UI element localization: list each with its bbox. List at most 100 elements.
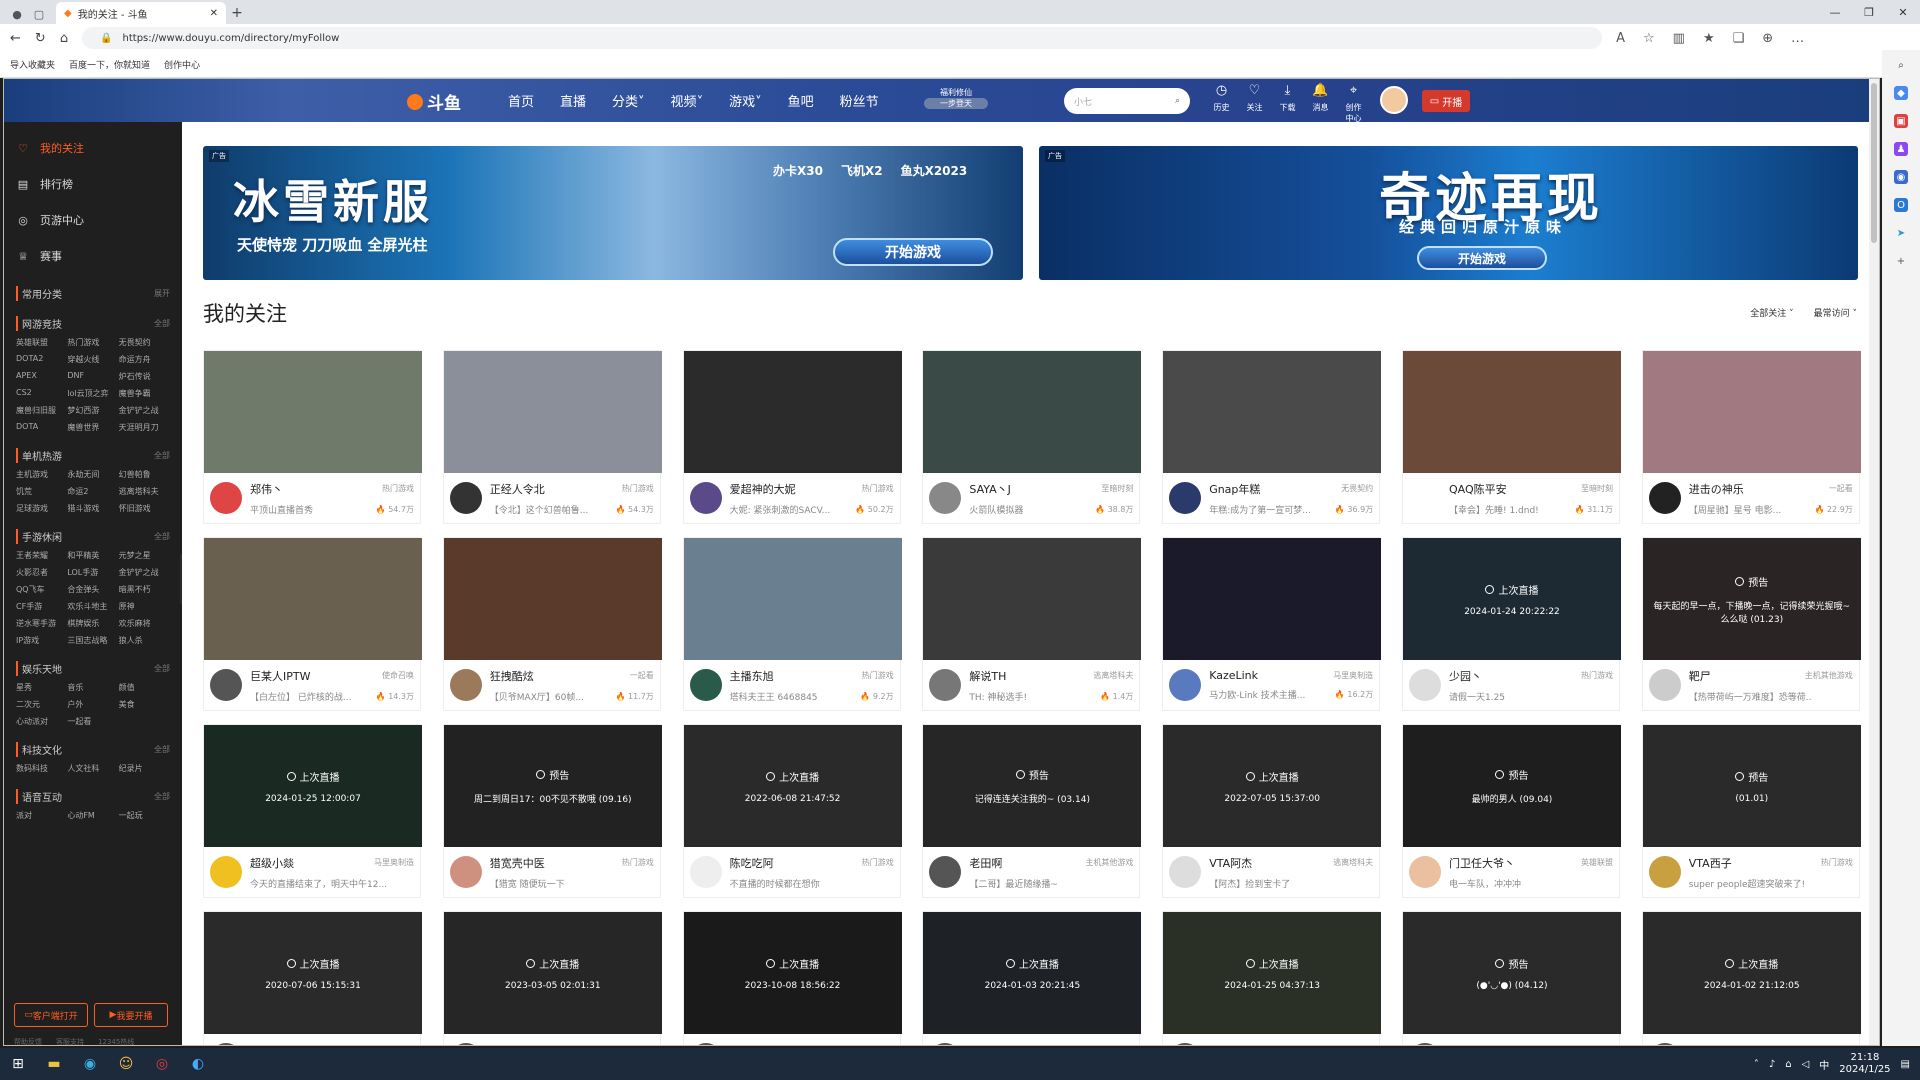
notification-icon[interactable]: ▤ xyxy=(1901,1059,1910,1070)
stream-thumbnail[interactable] xyxy=(443,351,662,473)
streamer-name[interactable]: 进击の神乐 xyxy=(1689,481,1744,497)
category-link[interactable]: 暗黑不朽 xyxy=(119,584,170,595)
streamer-avatar[interactable] xyxy=(1648,1043,1681,1045)
category-tag[interactable]: 主机其他游戏 xyxy=(1085,857,1133,868)
page-scrollbar[interactable] xyxy=(1869,79,1879,1045)
tools-icon[interactable]: ◆ xyxy=(1894,86,1908,100)
category-link[interactable]: 一起看 xyxy=(67,716,118,727)
start-live-button[interactable]: ▭ 开播 xyxy=(1422,90,1470,112)
sidebar-item[interactable]: ♡ 我的关注 xyxy=(4,130,182,166)
streamer-name[interactable]: 老田啊 xyxy=(969,855,1002,871)
section-more-link[interactable]: 全部 xyxy=(154,450,170,461)
category-link[interactable]: 穿越火线 xyxy=(67,354,118,365)
tab-actions-icon[interactable]: ▢ xyxy=(28,4,50,24)
sidebar-section-header[interactable]: 网游竞技 全部 xyxy=(16,312,170,334)
client-open-button[interactable]: ▭ 客户端打开 xyxy=(14,1003,88,1027)
follow-card[interactable]: 上次直播 2024-01-25 12:00:07 超级小燚 马里奥制造 今天的直播结束了… xyxy=(203,724,422,898)
new-tab-button[interactable]: + xyxy=(226,2,248,24)
sidebar-item[interactable]: ◎ 页游中心 xyxy=(4,202,182,238)
nav-video[interactable]: 视频˅ xyxy=(671,91,704,110)
bookmark-item[interactable]: 导入收藏夹 xyxy=(10,58,55,71)
stream-thumbnail[interactable]: 上次直播 2023-03-05 02:01:31 xyxy=(443,912,662,1034)
category-link[interactable]: CS2 xyxy=(16,388,67,399)
stream-thumbnail[interactable]: 上次直播 2023-10-08 18:56:22 xyxy=(683,912,902,1034)
streamer-name[interactable]: 主播东旭 xyxy=(730,668,774,684)
category-link[interactable]: 合金弹头 xyxy=(67,584,118,595)
streamer-name[interactable]: 少园丶 xyxy=(1449,668,1482,684)
app-icon[interactable]: ☺ xyxy=(108,1048,144,1080)
back-icon[interactable]: ← xyxy=(10,31,21,46)
url-field[interactable]: 🔒 https://www.douyu.com/directory/myFoll… xyxy=(82,27,1603,49)
stream-thumbnail[interactable] xyxy=(683,351,902,473)
category-link[interactable]: 狼人杀 xyxy=(119,635,170,646)
outlook-icon[interactable]: O xyxy=(1894,198,1908,212)
category-link[interactable]: 美食 xyxy=(119,699,170,710)
stream-thumbnail[interactable]: 上次直播 2024-01-02 21:12:05 xyxy=(1642,912,1861,1034)
category-link[interactable]: LOL手游 xyxy=(67,567,118,578)
streamer-name[interactable]: 靶尸 xyxy=(1689,668,1711,684)
category-link[interactable]: DOTA xyxy=(16,422,67,433)
category-link[interactable]: 饥荒 xyxy=(16,486,67,497)
header-消息-button[interactable]: 🔔 消息 xyxy=(1309,84,1332,124)
stream-thumbnail[interactable]: 上次直播 2020-07-06 15:15:31 xyxy=(204,912,422,1034)
more-menu-icon[interactable]: … xyxy=(1791,31,1804,46)
banner-play-button[interactable]: 开始游戏 xyxy=(1417,246,1547,270)
category-link[interactable]: 逃离塔科夫 xyxy=(119,486,170,497)
streamer-avatar[interactable] xyxy=(1169,669,1202,701)
stream-thumbnail[interactable] xyxy=(1402,351,1621,473)
category-link[interactable]: 炉石传说 xyxy=(119,371,170,382)
extensions-icon[interactable]: ⊕ xyxy=(1762,31,1773,46)
follow-card[interactable]: 预告 记得连连关注我的~ (03.14) 老田啊 主机其他游戏 【二哥】最近随缘播~ xyxy=(922,724,1142,898)
douyu-app-icon[interactable]: ◐ xyxy=(180,1048,216,1080)
sidebar-section-header[interactable]: 常用分类 展开 xyxy=(16,282,170,304)
follow-card[interactable]: 上次直播 2022-07-05 15:37:00 VTA阿杰 逃离塔科夫 【阿杰】捡到宝… xyxy=(1162,724,1382,898)
sidebar-section-header[interactable]: 科技文化 全部 xyxy=(16,738,170,760)
follow-card[interactable]: 预告 (●'◡'●) (04.12) xyxy=(1401,911,1621,1045)
category-link[interactable]: 天涯明月刀 xyxy=(119,422,170,433)
follow-card[interactable]: KazeLink 马里奥制造 马力欧-Link 技术主播... 🔥 16.2万 xyxy=(1162,537,1382,711)
category-tag[interactable]: 热门游戏 xyxy=(382,483,414,494)
start-icon[interactable]: ⊞ xyxy=(0,1048,36,1080)
category-link[interactable]: 幻兽帕鲁 xyxy=(119,469,170,480)
streamer-avatar[interactable] xyxy=(689,482,722,514)
streamer-name[interactable]: 解说TH xyxy=(969,668,1006,684)
ad-banner-1[interactable]: 广告 冰雪新服 天使恃宠 刀刀吸血 全屏光柱 办卡X30 飞机X2 鱼丸X202… xyxy=(203,146,1023,280)
category-link[interactable]: 户外 xyxy=(67,699,118,710)
refresh-icon[interactable]: ↻ xyxy=(35,31,46,46)
category-link[interactable]: 一起玩 xyxy=(119,810,170,821)
streamer-avatar[interactable] xyxy=(210,482,242,514)
header-历史-button[interactable]: ◷ 历史 xyxy=(1210,84,1233,124)
category-link[interactable]: 足球游戏 xyxy=(16,503,67,514)
stream-thumbnail[interactable] xyxy=(204,351,422,473)
category-tag[interactable]: 主机其他游戏 xyxy=(1805,670,1853,681)
section-more-link[interactable]: 全部 xyxy=(154,791,170,802)
stream-thumbnail[interactable] xyxy=(923,538,1142,660)
favorites-icon[interactable]: ★ xyxy=(1703,31,1715,46)
mic-icon[interactable]: ♪ xyxy=(1769,1059,1775,1070)
streamer-avatar[interactable] xyxy=(449,1043,482,1045)
streamer-avatar[interactable] xyxy=(1648,856,1681,888)
sidebar-section-header[interactable]: 语音互动 全部 xyxy=(16,785,170,807)
category-link[interactable]: 命运方舟 xyxy=(119,354,170,365)
category-link[interactable]: 命运2 xyxy=(67,486,118,497)
network-icon[interactable]: ⌂ xyxy=(1785,1059,1791,1070)
send-icon[interactable]: ➤ xyxy=(1894,226,1908,240)
home-icon[interactable]: ⌂ xyxy=(60,31,68,46)
streamer-avatar[interactable] xyxy=(210,856,242,888)
streamer-avatar[interactable] xyxy=(929,482,962,514)
follow-card[interactable]: 上次直播 2024-01-25 04:37:13 xyxy=(1162,911,1382,1045)
follow-card[interactable]: 上次直播 2024-01-24 20:22:22 少园丶 热门游戏 请假一天1.25 xyxy=(1401,537,1621,711)
section-more-link[interactable]: 展开 xyxy=(154,288,170,299)
file-explorer-icon[interactable]: ▬ xyxy=(36,1048,72,1080)
streamer-name[interactable]: 门卫任大爷丶 xyxy=(1449,855,1515,871)
streamer-name[interactable]: 巨某人IPTW xyxy=(250,668,310,684)
nav-fan-festival[interactable]: 粉丝节 xyxy=(840,91,879,110)
streamer-avatar[interactable] xyxy=(449,482,482,514)
follow-card[interactable]: 预告 每天起的早一点，下播晚一点，记得续荣光握哦~么么哒 (01.23) 靶尸 主机其… xyxy=(1641,537,1861,711)
category-link[interactable]: 梦幻西游 xyxy=(67,405,118,416)
category-link[interactable]: 猎斗游戏 xyxy=(67,503,118,514)
category-link[interactable]: 逆水寒手游 xyxy=(16,618,67,629)
footer-link[interactable]: 帮助反馈 xyxy=(14,1037,42,1045)
category-tag[interactable]: 逃离塔科夫 xyxy=(1093,670,1133,681)
stream-thumbnail[interactable] xyxy=(1163,351,1382,473)
